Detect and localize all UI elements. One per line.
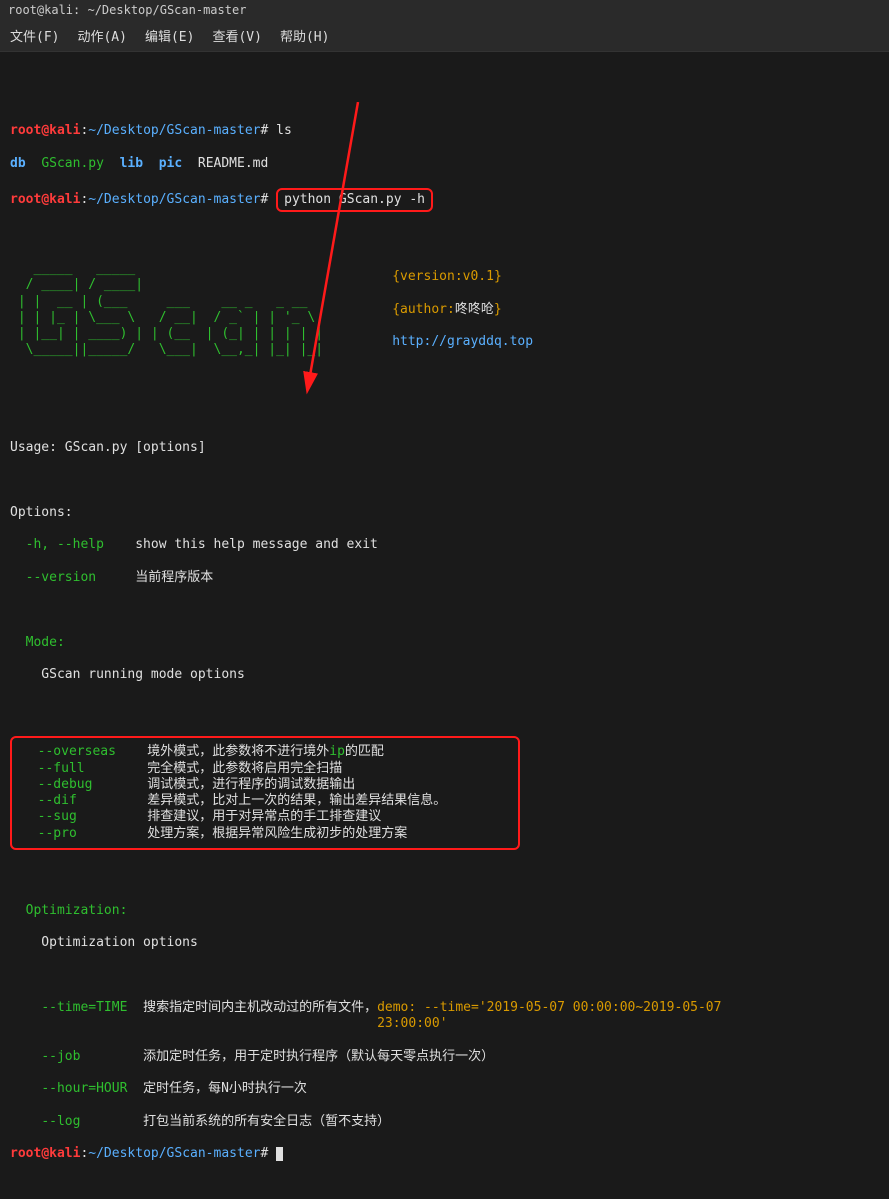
- terminal-body[interactable]: root@kali:~/Desktop/GScan-master# ls db …: [0, 52, 889, 1199]
- pro-desc: 处理方案，根据异常风险生成初步的处理方案: [147, 826, 407, 841]
- pro-option: --pro 处理方案，根据异常风险生成初步的处理方案: [22, 826, 508, 842]
- dif-desc: 差异模式，比对上一次的结果，输出差异结果信息。: [147, 793, 446, 808]
- prompt-at: @: [41, 123, 49, 138]
- debug-desc: 调试模式，进行程序的调试数据输出: [147, 777, 355, 792]
- hour-desc: 定时任务，每N小时执行一次: [143, 1081, 307, 1096]
- dif-option: --dif 差异模式，比对上一次的结果，输出差异结果信息。: [22, 793, 508, 809]
- overseas-desc-b: 的匹配: [345, 744, 384, 759]
- highlighted-command-box: python GScan.py -h: [276, 188, 433, 212]
- prompt-host: kali: [49, 123, 80, 138]
- full-option: --full 完全模式，此参数将启用完全扫描: [22, 761, 508, 777]
- hour-option: --hour=HOUR 定时任务，每N小时执行一次: [10, 1081, 879, 1097]
- optimization-subheader: Optimization options: [10, 935, 879, 951]
- options-header: Options:: [10, 505, 879, 521]
- menu-help[interactable]: 帮助(H): [280, 26, 329, 45]
- mode-header: Mode:: [10, 635, 879, 651]
- ls-gscan: GScan.py: [41, 156, 104, 171]
- time-desc: 搜索指定时间内主机改动过的所有文件，: [143, 1000, 377, 1015]
- job-option: --job 添加定时任务，用于定时执行程序（默认每天零点执行一次）: [10, 1049, 879, 1065]
- project-url: http://grayddq.top: [392, 334, 533, 349]
- sug-desc: 排查建议，用于对异常点的手工排查建议: [147, 809, 381, 824]
- pro-flag: --pro: [38, 826, 77, 841]
- help-option: -h, --help show this help message and ex…: [10, 537, 879, 553]
- blank-4: [10, 472, 879, 488]
- overseas-option: --overseas 境外模式，此参数将不进行境外ip的匹配: [22, 744, 508, 760]
- prompt-line-3: root@kali:~/Desktop/GScan-master#: [10, 1146, 879, 1162]
- blank-2: [10, 375, 879, 391]
- mode-options-box: --overseas 境外模式，此参数将不进行境外ip的匹配 --full 完全…: [10, 736, 520, 850]
- window-title: root@kali: ~/Desktop/GScan-master: [8, 3, 246, 17]
- version-option: --version 当前程序版本: [10, 570, 879, 586]
- ls-db: db: [10, 156, 26, 171]
- command-python: python GScan.py -h: [284, 192, 425, 207]
- hour-flag: --hour=HOUR: [41, 1081, 127, 1096]
- sug-flag: --sug: [38, 809, 77, 824]
- log-desc: 打包当前系统的所有安全日志（暂不支持）: [143, 1114, 390, 1129]
- blank-3: [10, 407, 879, 423]
- sug-option: --sug 排查建议，用于对异常点的手工排查建议: [22, 809, 508, 825]
- cursor-icon: [276, 1147, 283, 1161]
- overseas-desc-a: 境外模式，此参数将不进行境外: [147, 744, 329, 759]
- version-flag: --version: [10, 570, 96, 585]
- prompt-user: root: [10, 123, 41, 138]
- version-desc: 当前程序版本: [135, 570, 213, 585]
- log-flag: --log: [41, 1114, 80, 1129]
- help-flag: -h, --help: [10, 537, 104, 552]
- menu-bar: 文件(F) 动作(A) 编辑(E) 查看(V) 帮助(H): [0, 20, 889, 52]
- menu-file[interactable]: 文件(F): [10, 26, 59, 45]
- debug-flag: --debug: [38, 777, 93, 792]
- blank-5: [10, 602, 879, 618]
- overseas-flag: --overseas: [38, 744, 116, 759]
- ls-pic: pic: [159, 156, 182, 171]
- meta-info: {version:v0.1} {author:咚咚呛} http://grayd…: [392, 269, 533, 350]
- ls-readme: README.md: [198, 156, 268, 171]
- prompt-line-1: root@kali:~/Desktop/GScan-master# ls: [10, 123, 879, 139]
- time-demo: demo: --time='2019-05-07 00:00:00~2019-0…: [377, 1000, 797, 1033]
- prompt-path: ~/Desktop/GScan-master: [88, 123, 260, 138]
- job-desc: 添加定时任务，用于定时执行程序（默认每天零点执行一次）: [143, 1049, 494, 1064]
- ls-output: db GScan.py lib pic README.md: [10, 156, 879, 172]
- menu-edit[interactable]: 编辑(E): [145, 26, 194, 45]
- debug-option: --debug 调试模式，进行程序的调试数据输出: [22, 777, 508, 793]
- full-desc: 完全模式，此参数将启用完全扫描: [147, 761, 342, 776]
- job-flag: --job: [41, 1049, 80, 1064]
- overseas-ip: ip: [329, 744, 345, 759]
- blank-8: [10, 968, 879, 984]
- author-open: {author:: [392, 302, 455, 317]
- window-titlebar: root@kali: ~/Desktop/GScan-master: [0, 0, 889, 20]
- menu-action[interactable]: 动作(A): [77, 26, 126, 45]
- gscan-ascii-logo: _____ _____ / ____| / ____| | | __ | (__…: [10, 261, 362, 359]
- blank-7: [10, 870, 879, 886]
- version-line: {version:v0.1}: [392, 269, 502, 284]
- menu-view[interactable]: 查看(V): [212, 26, 261, 45]
- ls-lib: lib: [120, 156, 143, 171]
- optimization-header: Optimization:: [10, 903, 879, 919]
- mode-subheader: GScan running mode options: [10, 667, 879, 683]
- blank-1: [10, 229, 879, 245]
- log-option: --log 打包当前系统的所有安全日志（暂不支持）: [10, 1114, 879, 1130]
- command-ls: ls: [276, 123, 292, 138]
- time-option: --time=TIME 搜索指定时间内主机改动过的所有文件，demo: --ti…: [10, 1000, 879, 1033]
- author-name: 咚咚呛: [455, 302, 494, 317]
- prompt-line-2: root@kali:~/Desktop/GScan-master# python…: [10, 188, 879, 212]
- full-flag: --full: [38, 761, 85, 776]
- dif-flag: --dif: [38, 793, 77, 808]
- time-flag: --time=TIME: [41, 1000, 127, 1015]
- prompt-hash: #: [260, 123, 268, 138]
- author-close: }: [494, 302, 502, 317]
- help-desc: show this help message and exit: [135, 537, 378, 552]
- usage-line: Usage: GScan.py [options]: [10, 440, 879, 456]
